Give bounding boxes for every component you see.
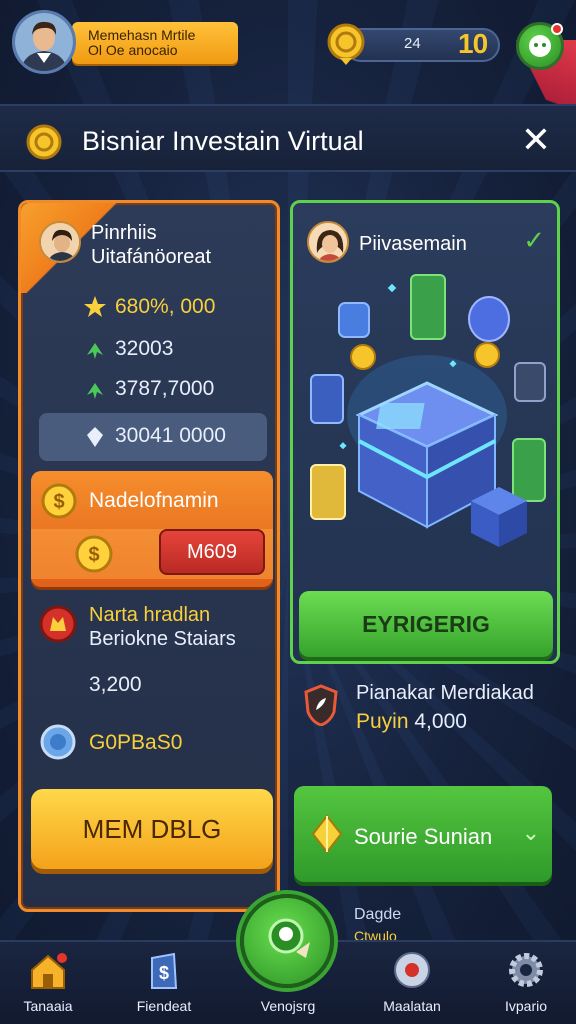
info-title: Pianakar Merdiakad <box>356 682 534 704</box>
shield-icon <box>39 605 77 643</box>
stat-value: 32003 <box>115 337 174 360</box>
shield-icon <box>304 684 338 726</box>
investor-avatar-icon <box>39 221 81 263</box>
diamond-icon <box>87 427 103 447</box>
gear-icon <box>509 953 543 987</box>
svg-text:$: $ <box>88 544 99 566</box>
invest-button[interactable]: EYRIGERIG <box>299 591 553 657</box>
info-subtitle: Puyin 4,000 <box>356 710 467 734</box>
arrow-up-icon <box>87 383 103 399</box>
nav-item-settings[interactable]: Ivpario <box>478 942 574 1024</box>
arrow-up-icon <box>87 343 103 359</box>
center-action-button[interactable] <box>240 894 334 988</box>
badge-icon <box>40 724 76 760</box>
star-icon <box>84 296 106 317</box>
coin-count: 24 <box>404 35 421 52</box>
avatar[interactable] <box>12 10 76 74</box>
username-badge[interactable]: Memehasn Mrtile Ol Oe anocaio <box>72 22 238 64</box>
record-icon <box>394 952 430 988</box>
highlight-stat-box: 30041 0000 <box>39 413 267 461</box>
dollar-coin-icon: $ <box>75 535 113 573</box>
profile-button[interactable] <box>516 22 564 70</box>
earnings-title: Nadelofnamin <box>89 489 219 512</box>
collect-button[interactable]: M609 <box>159 529 265 575</box>
panel-title: Piivasemain <box>359 233 467 255</box>
badge-text: G0PBaS0 <box>89 731 183 754</box>
highlight-stat-value: 30041 0000 <box>115 424 226 447</box>
svg-text:$: $ <box>53 491 64 513</box>
block-subtitle: Beriokne Staiars <box>89 628 236 650</box>
treasure-box-illustration <box>310 274 546 547</box>
investment-summary-panel: Pinrhiis Uitafánöoreat 680%, 000 32003 3… <box>18 200 280 912</box>
page-title: Bisniar Investain Virtual <box>82 126 364 156</box>
investment-box-panel: Piivasemain ✓ EYRIGERIG <box>290 200 560 664</box>
coin-icon <box>327 23 365 65</box>
username-line1: Memehasn Mrtile <box>88 27 196 43</box>
block-title: Narta hradlan <box>89 604 211 626</box>
svg-text:$: $ <box>159 963 169 983</box>
close-icon: ✕ <box>520 119 552 160</box>
stat-value: 3787,7000 <box>115 377 215 400</box>
gem-icon <box>311 814 343 854</box>
wallet-icon: $ <box>151 952 178 989</box>
advisor-avatar-icon <box>307 221 349 263</box>
username-line2: Ol Oe anocaio <box>88 42 178 58</box>
info-sub-value: 4,000 <box>414 710 467 733</box>
dollar-coin-icon: $ <box>41 483 77 519</box>
secondary-action-button[interactable]: Sourie Sunian ⌄ <box>294 786 552 882</box>
chat-icon <box>529 35 551 57</box>
main-action-button[interactable]: MEM DBLG <box>31 789 273 869</box>
info-sub-prefix: Puyin <box>356 710 409 733</box>
notification-dot <box>551 23 563 35</box>
secondary-action-label: Sourie Sunian <box>354 824 493 849</box>
nav-item-finance[interactable]: $ Fiendeat <box>116 942 212 1024</box>
earnings-card: $ Nadelofnamin $ M609 <box>31 471 273 587</box>
check-icon[interactable]: ✓ <box>523 225 545 256</box>
panel-title: Pinrhiis Uitafánöoreat <box>91 222 212 268</box>
close-button[interactable]: ✕ <box>510 114 562 166</box>
title-bar: Bisniar Investain Virtual ✕ <box>0 104 576 172</box>
floating-label: Dagde <box>354 906 402 923</box>
top-bar: Memehasn Mrtile Ol Oe anocaio 24 10 <box>0 0 576 160</box>
nav-item-market[interactable]: Maalatan <box>364 942 460 1024</box>
coin-icon <box>26 124 62 160</box>
map-pin-icon <box>268 918 310 958</box>
level-indicator: 10 <box>458 28 488 59</box>
user-avatar-icon <box>15 13 73 71</box>
chevron-down-icon: ⌄ <box>521 820 540 845</box>
nav-item-home[interactable]: Tanaaia <box>0 942 96 1024</box>
stat-value: 680%, 000 <box>115 295 216 318</box>
block-amount: 3,200 <box>89 673 142 696</box>
home-icon <box>31 953 67 989</box>
